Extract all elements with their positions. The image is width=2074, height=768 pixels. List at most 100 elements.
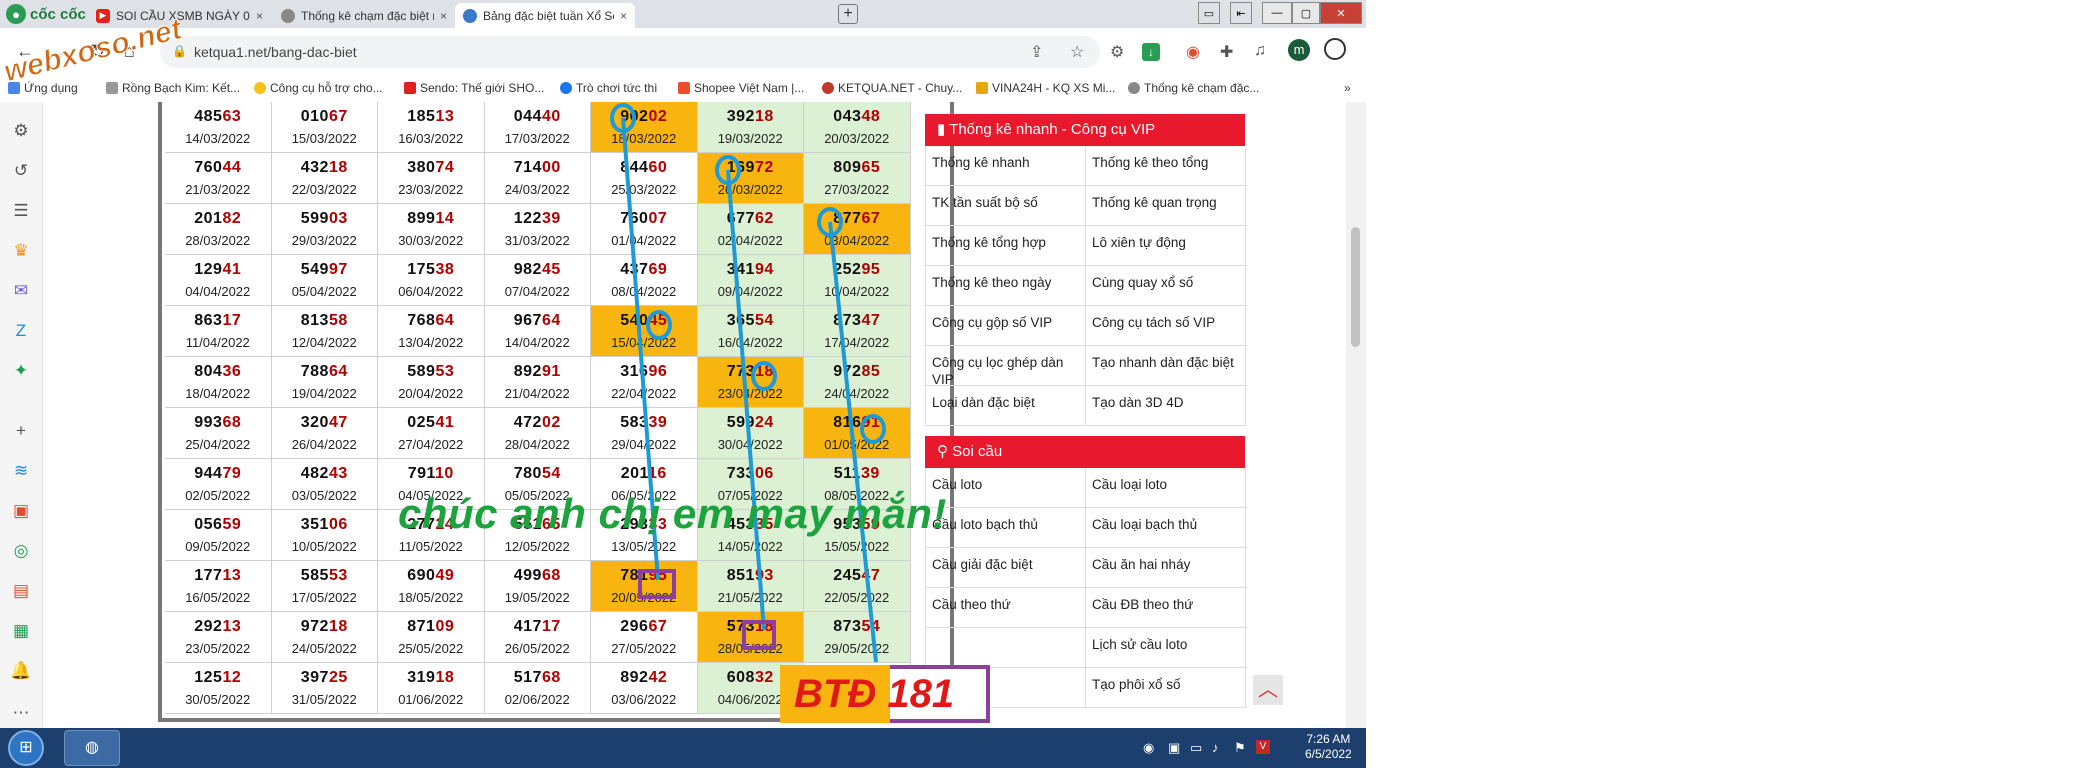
reload-icon[interactable]: ↻ — [90, 41, 105, 62]
monitor-icon[interactable]: ▭ — [1190, 740, 1202, 756]
start-button[interactable]: ⊞ — [8, 730, 44, 766]
menu-link[interactable]: Cầu loto bạch thủ — [926, 508, 1086, 548]
prize-number: 96764 — [485, 312, 591, 330]
window-menu-icon[interactable]: ▭ — [1198, 2, 1220, 24]
bookmark-item[interactable]: KETQUA.NET - Chuy... — [822, 81, 962, 95]
bookmark-item[interactable]: Sendo: Thế giới SHO... — [404, 81, 544, 95]
system-clock[interactable]: 7:26 AM 6/5/2022 — [1305, 732, 1352, 762]
prize-tail-digits: 41 — [222, 261, 242, 278]
prize-tail-digits: 64 — [435, 312, 455, 329]
menu-link[interactable]: Công cụ lọc ghép dàn VIP — [926, 346, 1086, 387]
tray-icon[interactable]: ▣ — [1168, 740, 1180, 756]
menu-link[interactable]: Cầu tuần — [926, 668, 1086, 708]
back-icon[interactable]: ← — [16, 41, 34, 62]
chrome-icon[interactable]: ◉ — [1186, 42, 1200, 62]
new-tab-button[interactable]: + — [838, 4, 858, 24]
map-icon[interactable]: ◎ — [10, 540, 32, 562]
menu-link[interactable]: Thống kê theo ngày — [926, 266, 1086, 306]
bookmark-item[interactable]: Rồng Bạch Kim: Kết... — [106, 81, 240, 95]
extension-icon[interactable]: ⚙ — [1110, 42, 1124, 62]
menu-link[interactable]: Cầu theo thứ — [926, 588, 1086, 628]
more-icon[interactable]: ⋯ — [10, 702, 32, 724]
puzzle-icon[interactable]: ✚ — [1220, 42, 1233, 62]
zalo-icon[interactable]: Z — [10, 320, 32, 342]
list-icon[interactable]: ☰ — [10, 200, 32, 222]
download-icon[interactable]: ↓ — [1142, 43, 1160, 61]
bookmark-item[interactable]: Shopee Việt Nam |... — [678, 81, 804, 95]
vietkey-icon[interactable]: V — [1256, 740, 1270, 754]
menu-link[interactable]: Cầu ăn hai nháy — [1086, 548, 1246, 588]
shop-icon[interactable]: ▣ — [10, 500, 32, 522]
tab-close-icon[interactable]: × — [256, 9, 263, 23]
bell-icon[interactable]: 🔔 — [10, 660, 32, 682]
menu-circle-icon[interactable] — [1324, 38, 1346, 60]
menu-link[interactable]: Tạo nhanh dàn đặc biệt — [1086, 346, 1246, 386]
network-icon[interactable]: ◉ — [1143, 740, 1154, 756]
close-window-icon[interactable]: ✕ — [1320, 2, 1362, 24]
wifi-icon[interactable]: ≋ — [10, 460, 32, 482]
minimize-sidebar-icon[interactable]: ⇤ — [1230, 2, 1252, 24]
menu-link[interactable]: Thống kê tổng hợp — [926, 226, 1086, 266]
address-bar[interactable]: 🔒 ketqua1.net/bang-dac-biet — [160, 36, 1100, 68]
settings-icon[interactable]: ⚙ — [10, 120, 32, 142]
menu-link[interactable]: Tạo phôi xổ số — [1086, 668, 1246, 708]
scroll-thumb[interactable] — [1351, 227, 1360, 347]
tab-soi-cau[interactable]: ▶ SOI CẦU XSMB NGÀY 05/06 × — [88, 3, 271, 28]
menu-link[interactable]: Cầu loại bạch thủ — [1086, 508, 1246, 548]
gamepad-icon[interactable]: ✦ — [10, 360, 32, 382]
flag-icon[interactable]: ⚑ — [1234, 740, 1246, 756]
bookmark-item[interactable]: Công cụ hỗ trợ cho... — [254, 81, 383, 95]
page-scrollbar[interactable] — [1346, 102, 1366, 728]
menu-link[interactable]: Cầu loto — [926, 468, 1086, 508]
menu-link[interactable]: Cùng quay xổ số — [1086, 266, 1246, 306]
menu-link[interactable]: Thống kê quan trọng — [1086, 186, 1246, 226]
home-icon[interactable]: ⌂ — [124, 41, 135, 62]
forward-icon[interactable]: → — [52, 41, 70, 62]
menu-link[interactable]: TK tần suất bộ số — [926, 186, 1086, 226]
prize-number-text: 04440 — [513, 108, 561, 125]
bookmark-item[interactable]: Trò chơi tức thì — [560, 81, 657, 95]
menu-link[interactable]: Lịch sử cầu loto — [1086, 628, 1246, 668]
music-icon[interactable]: ♫ — [1254, 42, 1266, 60]
minimize-icon[interactable]: — — [1262, 2, 1292, 24]
bookmark-item[interactable]: Thống kê chạm đặc... — [1128, 81, 1259, 95]
share-icon[interactable]: ⇪ — [1030, 42, 1043, 62]
prize-date: 27/05/2022 — [611, 641, 677, 656]
scroll-top-button[interactable]: ︿ — [1253, 675, 1283, 705]
bookmarks-more-button[interactable]: » — [1344, 81, 1351, 95]
menu-link[interactable]: Cầu loại loto — [1086, 468, 1246, 508]
browser-brand[interactable]: ● cốc cốc — [6, 4, 86, 24]
bookmark-star-icon[interactable]: ☆ — [1070, 42, 1084, 62]
menu-link[interactable]: Công cụ gộp số VIP — [926, 306, 1086, 346]
tab-bang-dac-biet[interactable]: Bảng đặc biệt tuần Xổ Số Tru × — [455, 3, 635, 28]
menu-link[interactable]: Cầu giải đặc biệt — [926, 548, 1086, 588]
menu-link[interactable]: Cầu ĐB theo thứ — [1086, 588, 1246, 628]
tab-thong-ke[interactable]: Thống kê chạm đặc biệt ngày × — [273, 3, 455, 28]
menu-link[interactable]: Loại dàn đặc biệt — [926, 386, 1086, 426]
add-icon[interactable]: + — [10, 420, 32, 442]
tab-close-icon[interactable]: × — [440, 9, 447, 23]
brand-name: cốc cốc — [30, 5, 86, 23]
menu-link[interactable]: Công cụ tách số VIP — [1086, 306, 1246, 346]
menu-link[interactable] — [926, 628, 1086, 668]
menu-link[interactable]: Tạo dàn 3D 4D — [1086, 386, 1246, 426]
bookmark-item[interactable]: Ứng dụng — [8, 81, 78, 95]
profile-avatar[interactable]: m — [1288, 39, 1310, 61]
menu-link[interactable]: Thống kê nhanh — [926, 146, 1086, 186]
messenger-icon[interactable]: ✉ — [10, 280, 32, 302]
coccoc-taskbar-icon[interactable]: ◍ — [64, 730, 120, 766]
prize-tail-digits: 10 — [435, 465, 454, 482]
history-icon[interactable]: ↺ — [10, 160, 32, 182]
menu-link[interactable]: Thống kê theo tổng — [1086, 146, 1246, 186]
crown-icon[interactable]: ♛ — [10, 240, 32, 262]
prize-tail-digits: 64 — [328, 363, 348, 380]
bookmark-item[interactable]: VINA24H - KQ XS Mi... — [976, 81, 1115, 95]
prize-number: 55165 — [485, 516, 591, 534]
tab-close-icon[interactable]: × — [620, 9, 627, 23]
menu-link[interactable]: Lô xiên tự động — [1086, 226, 1246, 266]
sheet-icon[interactable]: ▦ — [10, 620, 32, 642]
prize-number: 51768 — [485, 669, 591, 687]
maximize-icon[interactable]: ▢ — [1292, 2, 1320, 24]
cart-icon[interactable]: ▤ — [10, 580, 32, 602]
volume-icon[interactable]: ♪ — [1212, 740, 1219, 755]
